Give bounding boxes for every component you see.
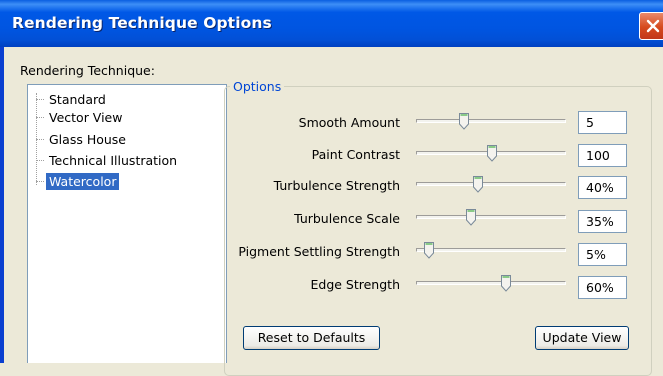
turbulence-strength-slider[interactable]	[416, 176, 566, 193]
slider-thumb[interactable]	[466, 209, 476, 226]
rendering-technique-list[interactable]: Standard Vector View Glass House Technic…	[27, 84, 227, 363]
technique-item-label: Glass House	[49, 132, 126, 147]
edge-strength-slider[interactable]	[416, 275, 566, 292]
slider-thumb[interactable]	[487, 145, 497, 162]
reset-to-defaults-button[interactable]: Reset to Defaults	[243, 326, 380, 350]
close-icon	[646, 19, 660, 33]
paint-contrast-input[interactable]: 100	[578, 144, 627, 167]
smooth-amount-label: Smooth Amount	[298, 115, 400, 130]
technique-item-label: Technical Illustration	[49, 153, 178, 168]
technique-item-label: Vector View	[49, 110, 123, 125]
pigment-settling-strength-slider[interactable]	[416, 242, 566, 259]
window-frame-left	[0, 47, 4, 363]
turbulence-strength-label: Turbulence Strength	[273, 178, 400, 193]
update-view-button[interactable]: Update View	[535, 326, 629, 350]
turbulence-scale-input[interactable]: 35%	[578, 210, 627, 233]
pigment-settling-strength-label: Pigment Settling Strength	[238, 244, 400, 259]
turbulence-scale-label: Turbulence Scale	[294, 211, 400, 226]
options-group-title: Options	[230, 79, 285, 94]
edge-strength-input[interactable]: 60%	[578, 276, 627, 299]
turbulence-strength-input[interactable]: 40%	[578, 176, 627, 199]
technique-item-label: Standard	[49, 92, 106, 107]
technique-item-label: Watercolor	[46, 173, 120, 190]
slider-thumb[interactable]	[501, 275, 511, 292]
slider-thumb[interactable]	[473, 176, 483, 193]
pigment-settling-strength-input[interactable]: 5%	[578, 243, 627, 266]
slider-thumb[interactable]	[424, 242, 434, 259]
title-bar[interactable]: Rendering Technique Options	[0, 0, 663, 47]
window-title: Rendering Technique Options	[12, 14, 272, 32]
rendering-technique-label: Rendering Technique:	[20, 63, 155, 78]
turbulence-scale-slider[interactable]	[416, 209, 566, 226]
close-button[interactable]	[639, 12, 663, 40]
paint-contrast-label: Paint Contrast	[311, 147, 400, 162]
smooth-amount-input[interactable]: 5	[578, 111, 627, 134]
paint-contrast-slider[interactable]	[416, 145, 566, 162]
edge-strength-label: Edge Strength	[310, 277, 400, 292]
smooth-amount-slider[interactable]	[416, 113, 566, 130]
slider-thumb[interactable]	[459, 113, 469, 130]
